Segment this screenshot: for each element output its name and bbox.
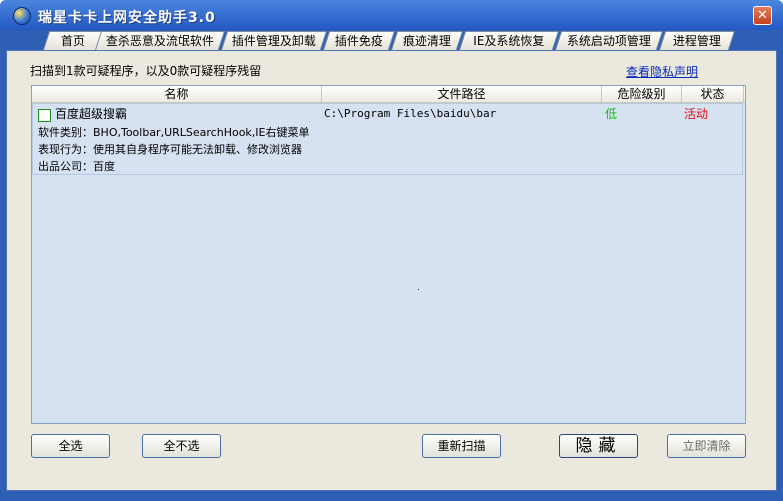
row-risk: 低 xyxy=(605,107,618,121)
tab-trace-clean[interactable]: 痕迹清理 xyxy=(390,31,464,50)
app-logo-icon xyxy=(13,7,31,25)
tab-malware-scan[interactable]: 查杀恶意及流氓软件 xyxy=(94,31,226,50)
list-header: 名称 文件路径 危险级别 状态 xyxy=(32,86,745,103)
privacy-link[interactable]: 查看隐私声明 xyxy=(626,63,698,80)
row-name: 百度超级搜霸 xyxy=(55,107,128,121)
tab-plugin-immune[interactable]: 插件免疫 xyxy=(322,31,396,50)
window-title: 瑞星卡卡上网安全助手3.0 xyxy=(38,10,216,26)
tab-home[interactable]: 首页 xyxy=(42,31,104,50)
main-window: 瑞星卡卡上网安全助手3.0 ✕ 首页 查杀恶意及流氓软件 插件管理及卸载 插件免… xyxy=(0,0,783,501)
column-header-status[interactable]: 状态 xyxy=(682,86,744,102)
scan-summary: 扫描到1款可疑程序，以及0款可疑程序残留 xyxy=(30,64,262,78)
row-checkbox[interactable] xyxy=(38,109,51,122)
row-company: 出品公司：百度 xyxy=(38,160,115,173)
row-behavior: 表现行为：使用其自身程序可能无法卸载、修改浏览器 xyxy=(38,143,302,156)
clean-now-button[interactable]: 立即清除 xyxy=(667,434,746,458)
column-header-risk[interactable]: 危险级别 xyxy=(602,86,682,102)
row-status: 活动 xyxy=(684,107,709,121)
row-path: C:\Program Files\baidu\bar xyxy=(324,107,497,120)
column-header-name[interactable]: 名称 xyxy=(32,86,322,102)
results-list[interactable]: 名称 文件路径 危险级别 状态 百度超级搜霸 C:\Program Files\… xyxy=(31,85,746,424)
row-category: 软件类别：BHO,Toolbar,URLSearchHook,IE右键菜单 xyxy=(38,126,310,139)
stray-pixel xyxy=(418,289,419,290)
tab-bar: 首页 查杀恶意及流氓软件 插件管理及卸载 插件免疫 痕迹清理 IE及系统恢复 系… xyxy=(6,30,777,50)
select-all-button[interactable]: 全选 xyxy=(31,434,110,458)
column-header-path[interactable]: 文件路径 xyxy=(322,86,602,102)
title-bar[interactable]: 瑞星卡卡上网安全助手3.0 ✕ xyxy=(0,0,783,30)
tab-plugin-manage[interactable]: 插件管理及卸载 xyxy=(220,31,328,50)
select-none-button[interactable]: 全不选 xyxy=(142,434,221,458)
close-button[interactable]: ✕ xyxy=(753,6,772,25)
tab-ie-restore[interactable]: IE及系统恢复 xyxy=(458,31,560,50)
tab-startup-manage[interactable]: 系统启动项管理 xyxy=(554,31,664,50)
tab-process-manage[interactable]: 进程管理 xyxy=(658,31,736,50)
rescan-button[interactable]: 重新扫描 xyxy=(422,434,501,458)
table-row[interactable]: 百度超级搜霸 C:\Program Files\baidu\bar 低 活动 软… xyxy=(32,103,743,175)
hide-button[interactable]: 隐藏 xyxy=(559,434,638,458)
